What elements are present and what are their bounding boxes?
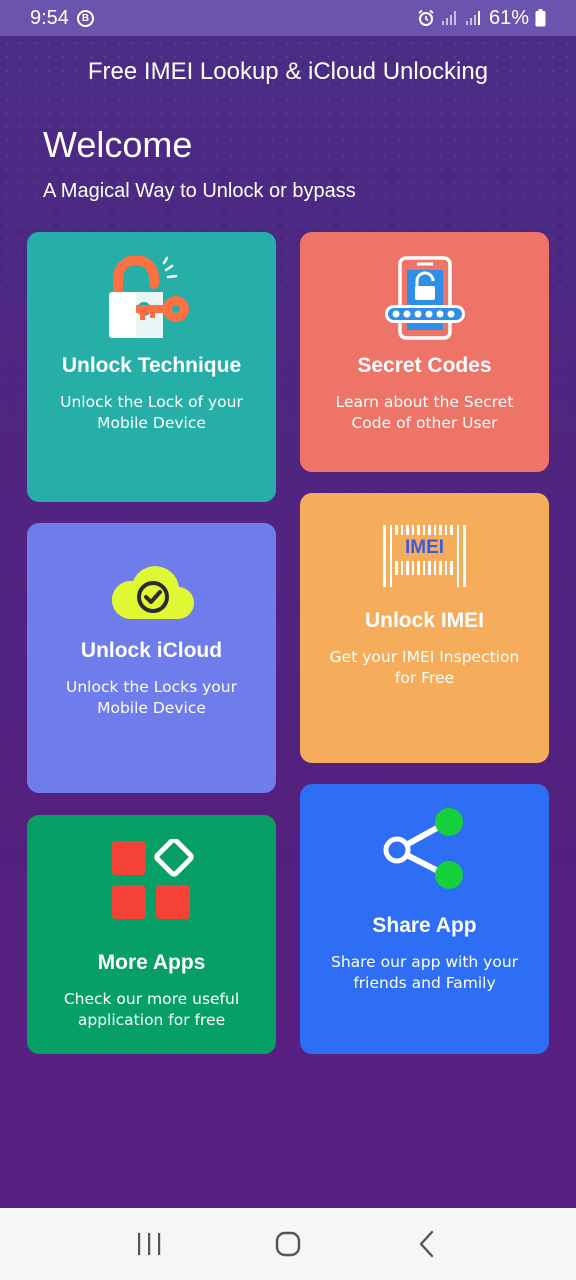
more-apps-card[interactable]: More Apps Check our more useful applicat…: [27, 815, 276, 1054]
card-description: Check our more useful application for fr…: [63, 990, 240, 1029]
navigation-bar: [0, 1208, 576, 1280]
recents-icon: [138, 1233, 161, 1255]
back-button[interactable]: [397, 1214, 457, 1274]
alarm-icon: [418, 9, 434, 26]
back-icon: [419, 1230, 433, 1258]
home-icon: [275, 1231, 301, 1257]
recents-button[interactable]: [119, 1214, 179, 1274]
card-description: Unlock the Locks your Mobile Device: [66, 678, 237, 717]
tagline: A Magical Way to Unlock or bypass: [43, 180, 356, 202]
battery-level: 61%: [488, 6, 529, 29]
signal-icon-2: [465, 11, 480, 25]
battery-icon: [535, 9, 546, 27]
unlock-imei-card[interactable]: IMEI Unlock IMEI Get your IMEI Inspectio…: [300, 493, 549, 763]
secret-codes-card[interactable]: Secret Codes Learn about the Secret Code…: [300, 232, 549, 472]
app-title: Free IMEI Lookup & iCloud Unlocking: [87, 58, 489, 85]
status-time: 9:54: [30, 6, 69, 29]
apps-grid-icon: [110, 839, 194, 921]
home-button[interactable]: [258, 1214, 318, 1274]
status-bar: 9:54 B 61%: [0, 0, 576, 36]
imei-barcode-icon: IMEI: [382, 525, 467, 587]
welcome-heading: Welcome: [43, 124, 193, 165]
card-description: Get your IMEI Inspection for Free: [329, 648, 520, 687]
signal-icon: [441, 11, 456, 25]
card-title: Secret Codes: [357, 354, 492, 377]
card-description: Learn about the Secret Code of other Use…: [335, 393, 514, 432]
card-title: Unlock IMEI: [364, 609, 485, 632]
notification-badge-icon: B: [76, 9, 94, 27]
status-right: 61%: [417, 7, 546, 30]
card-title: Share App: [372, 914, 477, 937]
card-title: Unlock iCloud: [80, 639, 223, 662]
card-title: More Apps: [97, 951, 206, 974]
share-app-card[interactable]: Share App Share our app with your friend…: [300, 784, 549, 1054]
card-title: Unlock Technique: [61, 354, 242, 377]
share-icon: [380, 806, 470, 890]
card-description: Share our app with your friends and Fami…: [330, 953, 519, 992]
cloud-check-icon: [107, 561, 197, 625]
unlock-technique-card[interactable]: Unlock Technique Unlock the Lock of your…: [27, 232, 276, 502]
padlock-key-icon: [106, 256, 198, 340]
card-description: Unlock the Lock of your Mobile Device: [60, 393, 243, 432]
phone-lock-code-icon: [383, 256, 467, 340]
unlock-icloud-card[interactable]: Unlock iCloud Unlock the Locks your Mobi…: [27, 523, 276, 793]
imei-label: IMEI: [404, 537, 445, 558]
